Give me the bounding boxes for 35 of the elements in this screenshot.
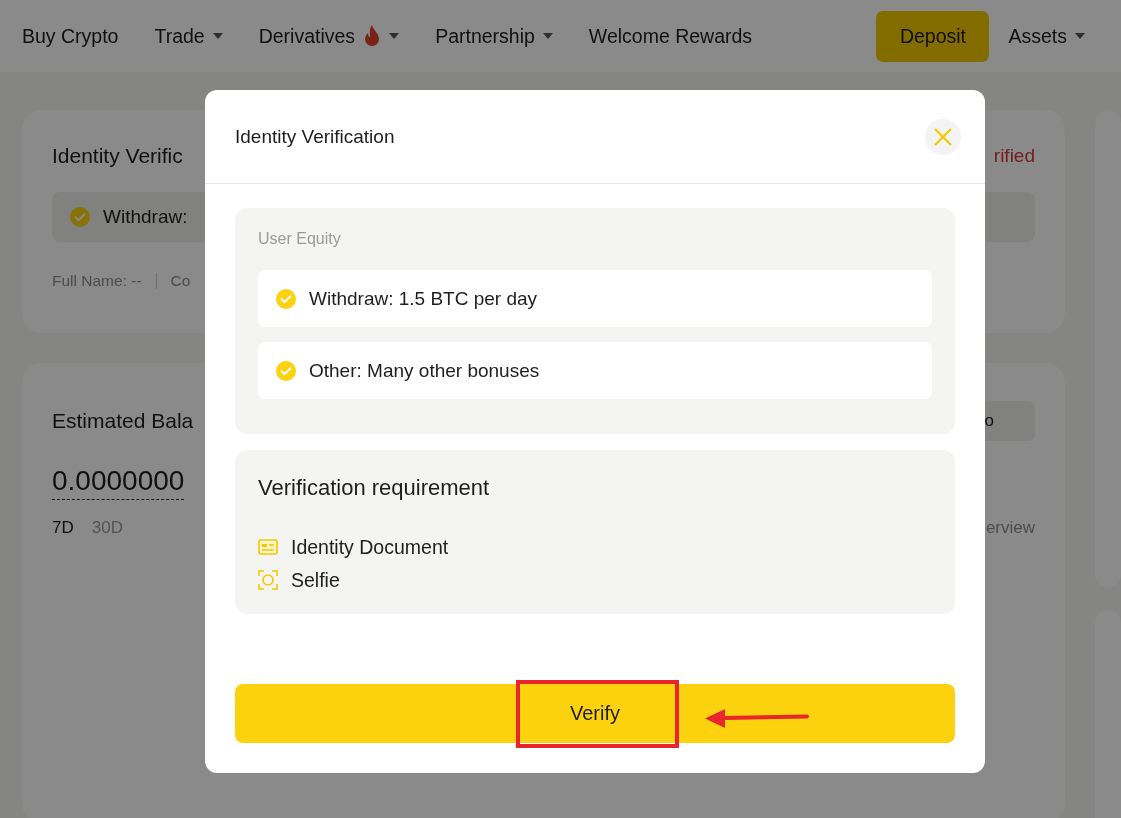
caret-icon: [389, 32, 400, 40]
flame-icon: [363, 25, 382, 47]
close-button[interactable]: [925, 118, 961, 155]
section-label: User Equity: [258, 230, 342, 248]
caret-icon: [212, 32, 223, 40]
benefit-text: Withdraw: 1.5 BTC per day: [309, 287, 538, 310]
info-label: Co: [170, 272, 191, 290]
balance-amount: 0.0000000: [52, 465, 185, 500]
nav-link[interactable]: Partnership: [435, 24, 553, 48]
requirement-text: Identity Document: [291, 535, 449, 559]
assets-menu[interactable]: Assets: [1008, 24, 1085, 48]
benefit-text: Other: Many other bonuses: [309, 359, 540, 382]
check-circle-icon: [276, 360, 296, 381]
modal-title: Identity Verification: [235, 125, 395, 148]
nav-link[interactable]: Buy Crypto: [22, 24, 119, 48]
id-card-icon: [258, 538, 278, 556]
benefit-text: Withdraw:: [103, 206, 188, 228]
face-scan-icon: [258, 570, 278, 590]
requirement-text: Selfie: [291, 568, 340, 592]
deposit-button[interactable]: Deposit: [876, 10, 990, 62]
card-title: Estimated Bala: [52, 409, 194, 433]
nav-link[interactable]: Welcome Rewards: [588, 24, 753, 48]
check-circle-icon: [276, 288, 296, 309]
card-title: Identity Verific: [52, 144, 183, 168]
nav-link[interactable]: Trade: [154, 24, 223, 48]
caret-icon: [542, 32, 553, 40]
check-circle-icon: [70, 207, 90, 227]
full-name-label: Full Name: --: [52, 272, 142, 290]
section-title: Verification requirement: [258, 475, 491, 501]
verify-button[interactable]: Verify: [235, 684, 955, 743]
caret-icon: [1075, 32, 1085, 40]
close-icon: [934, 127, 952, 146]
status-label: rified: [993, 145, 1035, 167]
period-tab[interactable]: 7D: [52, 518, 74, 538]
nav-link[interactable]: Derivatives: [258, 24, 400, 48]
